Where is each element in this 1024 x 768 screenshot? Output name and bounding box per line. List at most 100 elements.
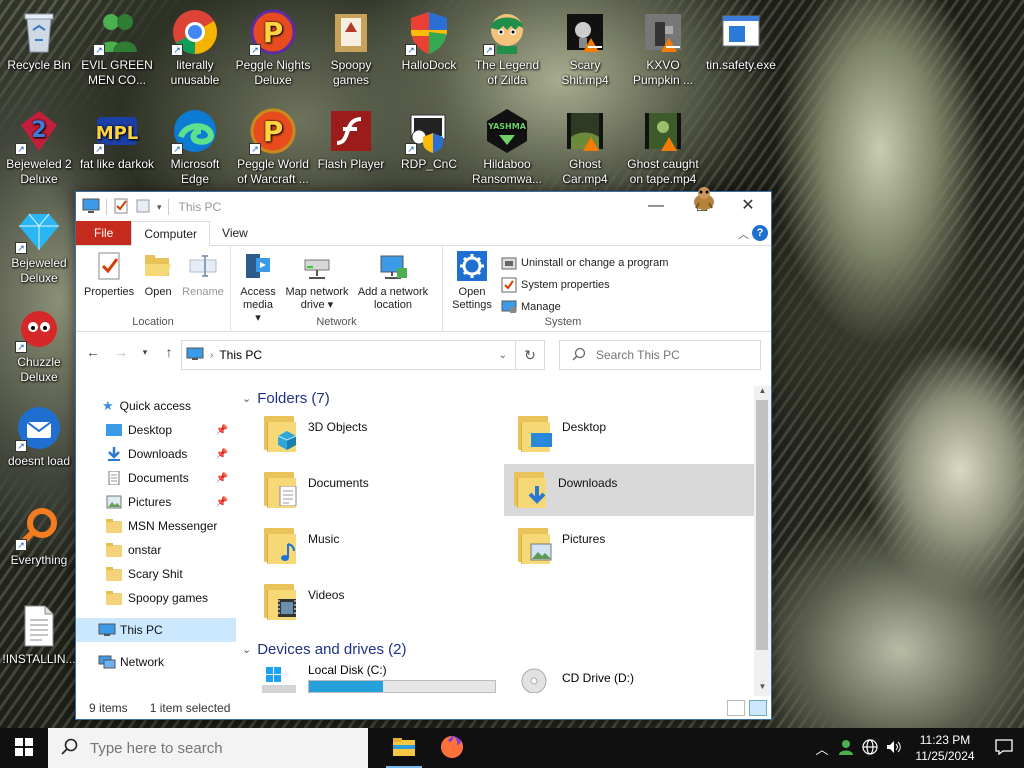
nav-quick-access[interactable]: ★ Quick access: [76, 394, 236, 418]
desktop-icon-recycle-bin[interactable]: Recycle Bin: [0, 8, 78, 73]
desktop-icon-ghost-caught-video[interactable]: Ghost caught on tape.mp4: [624, 107, 702, 187]
recent-locations-button[interactable]: ▾: [140, 347, 150, 358]
new-folder-quick-access-icon[interactable]: [135, 198, 151, 217]
desktop-icon-label: Recycle Bin: [7, 58, 71, 72]
desktop-icon-ghost-car-video[interactable]: Ghost Car.mp4: [546, 107, 624, 187]
customize-quick-access-icon[interactable]: ▾: [157, 202, 162, 213]
navigation-pane: ★ Quick access Desktop 📌 Downloads 📌 Doc…: [76, 394, 236, 694]
folder-name: Downloads: [558, 476, 618, 490]
nav-item-msn-messenger[interactable]: MSN Messenger: [76, 514, 236, 538]
desktop-icon-chuzzle-deluxe[interactable]: ↗ Chuzzle Deluxe: [0, 305, 78, 385]
refresh-button[interactable]: ↻: [516, 340, 545, 370]
desktop-icon-everything[interactable]: ↗ Everything: [0, 503, 78, 568]
user-tray-icon[interactable]: [834, 739, 858, 758]
folder-documents[interactable]: Documents: [254, 464, 504, 516]
system-properties-button[interactable]: System properties: [501, 274, 668, 296]
scrollbar-thumb[interactable]: [756, 400, 768, 650]
search-input[interactable]: [596, 348, 746, 362]
address-dropdown-icon[interactable]: ⌄: [499, 350, 507, 361]
nav-item-this-pc[interactable]: This PC: [76, 618, 236, 642]
manage-button[interactable]: Manage: [501, 296, 668, 318]
scroll-up-arrow-icon[interactable]: ▲: [754, 386, 771, 400]
desktop-icon-rdp-cnc[interactable]: ↗ RDP_CnC: [390, 107, 468, 172]
nav-item-network[interactable]: Network: [76, 650, 236, 674]
clock-time: 11:23 PM: [919, 733, 971, 747]
folder-pictures[interactable]: Pictures: [508, 520, 756, 572]
folder-music[interactable]: Music: [254, 520, 504, 572]
scroll-down-arrow-icon[interactable]: ▼: [754, 682, 771, 696]
folders-section-header[interactable]: ⌄ Folders (7): [236, 386, 330, 410]
vertical-scrollbar[interactable]: ▲ ▼: [754, 386, 771, 696]
nav-item-documents[interactable]: Documents 📌: [76, 466, 236, 490]
desktop-icon-label: Scary: [569, 58, 601, 72]
nav-item-spoopy-games[interactable]: Spoopy games: [76, 586, 236, 610]
chevron-up-icon[interactable]: ︿: [810, 739, 834, 758]
properties-icon: [93, 250, 125, 282]
desktop-icon-peggle-world-of-warcraft[interactable]: P ↗ Peggle World of Warcraft ...: [234, 107, 312, 187]
close-button[interactable]: ✕: [725, 192, 771, 222]
folder-desktop[interactable]: Desktop: [508, 408, 756, 460]
forward-button[interactable]: →: [112, 344, 130, 360]
nav-item-onstar[interactable]: onstar: [76, 538, 236, 562]
volume-icon[interactable]: [882, 739, 906, 758]
tab-file[interactable]: File: [76, 221, 132, 245]
tab-view[interactable]: View: [210, 221, 260, 245]
nav-item-pictures[interactable]: Pictures 📌: [76, 490, 236, 514]
desktop-icon-legend-of-zilda[interactable]: ↗ The Legend of Zilda: [468, 8, 546, 88]
network-globe-icon[interactable]: [858, 738, 882, 758]
desktop-icon-installing[interactable]: !INSTALLIN...: [0, 602, 78, 667]
desktop-icon-thunderbird[interactable]: ↗ doesnt load: [0, 404, 78, 469]
desktop-icon-spoopy-games[interactable]: Spoopy games: [312, 8, 390, 88]
desktop-icon-hildaboo-ransomware[interactable]: YASHMA Hildaboo Ransomwa...: [468, 107, 546, 187]
nav-item-scary-shit[interactable]: Scary Shit: [76, 562, 236, 586]
desktop-pet-icon[interactable]: [690, 184, 718, 215]
clock-date: 11/25/2024: [915, 749, 975, 763]
desktop-icon-evil-green-men[interactable]: ↗ EVIL GREEN MEN CO...: [78, 8, 156, 88]
desktop-icon-peggle-nights[interactable]: P ↗ Peggle Nights Deluxe: [234, 8, 312, 88]
desktop-icon-label: MEN CO...: [87, 73, 146, 87]
breadcrumb[interactable]: This PC: [219, 348, 262, 362]
nav-label: Network: [120, 655, 165, 669]
folder-3d-objects[interactable]: 3D Objects: [254, 408, 504, 460]
large-icons-view-icon[interactable]: [749, 700, 767, 716]
tab-computer[interactable]: Computer: [131, 221, 211, 246]
properties-quick-access-icon[interactable]: [113, 198, 129, 217]
properties-label: Properties: [84, 286, 135, 298]
desktop-icon-hallodock[interactable]: ↗ HalloDock: [390, 8, 468, 73]
desktop-icon-tin-safety[interactable]: tin.safety.exe: [702, 8, 780, 73]
up-button[interactable]: ↑: [160, 344, 178, 360]
drive-local-disk-c[interactable]: Local Disk (C:): [254, 660, 504, 696]
uninstall-program-button[interactable]: Uninstall or change a program: [501, 252, 668, 274]
folder-downloads[interactable]: Downloads: [504, 464, 754, 516]
clock[interactable]: 11:23 PM 11/25/2024: [906, 732, 984, 764]
start-button[interactable]: [0, 728, 48, 768]
taskbar-firefox[interactable]: [428, 728, 476, 768]
taskbar-search-input[interactable]: [90, 739, 360, 757]
details-view-icon[interactable]: [727, 700, 745, 716]
folder-videos[interactable]: Videos: [254, 576, 504, 628]
taskbar-search-box[interactable]: [48, 728, 368, 768]
title-bar[interactable]: ▾ This PC — ☐ ✕: [76, 187, 771, 222]
desktop-icon-bejeweled-deluxe[interactable]: ↗ Bejeweled Deluxe: [0, 206, 78, 286]
drive-cd-d[interactable]: CD Drive (D:): [508, 660, 756, 696]
nav-item-desktop[interactable]: Desktop 📌: [76, 418, 236, 442]
desktop-icon-scary-shit-video[interactable]: Scary Shit.mp4: [546, 8, 624, 88]
taskbar-file-explorer[interactable]: [380, 728, 428, 768]
collapse-ribbon-icon[interactable]: ︿: [738, 226, 749, 242]
status-bar: 9 items 1 item selected: [76, 697, 771, 719]
search-box[interactable]: [559, 340, 761, 370]
help-icon[interactable]: ?: [752, 225, 768, 241]
desktop-icon-fat-like-darkok[interactable]: MPL ↗ fat like darkok: [78, 107, 156, 172]
nav-item-downloads[interactable]: Downloads 📌: [76, 442, 236, 466]
notifications-button[interactable]: [984, 728, 1024, 768]
desktop-icon-chrome[interactable]: ↗ literally unusable: [156, 8, 234, 88]
devices-section-header[interactable]: ⌄ Devices and drives (2): [236, 637, 406, 661]
desktop-icon-flash-player[interactable]: Flash Player: [312, 107, 390, 172]
desktop-icon-edge[interactable]: ↗ Microsoft Edge: [156, 107, 234, 187]
desktop-icon-kxvo-pumpkin-video[interactable]: KXVO Pumpkin ...: [624, 8, 702, 88]
desktop-icon-label: KXVO: [646, 58, 680, 72]
back-button[interactable]: ←: [84, 344, 102, 360]
minimize-button[interactable]: —: [633, 192, 679, 222]
desktop-icon-bejeweled-2[interactable]: 2 ↗ Bejeweled 2 Deluxe: [0, 107, 78, 187]
address-bar[interactable]: › This PC ⌄: [181, 340, 516, 370]
